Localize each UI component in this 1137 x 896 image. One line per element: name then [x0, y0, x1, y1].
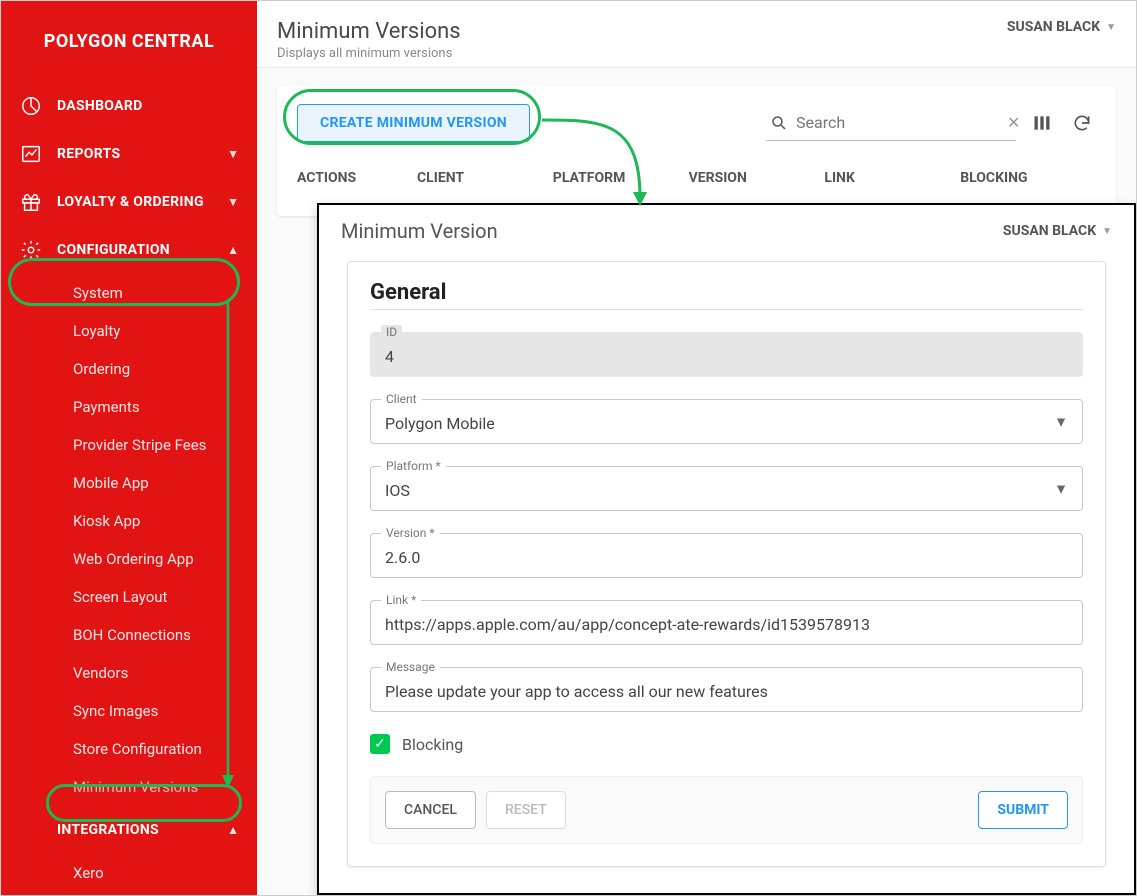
- create-minimum-version-button[interactable]: CREATE MINIMUM VERSION: [297, 104, 530, 142]
- clear-search-icon[interactable]: ✕: [1007, 113, 1020, 132]
- caret-down-icon: ▼: [1054, 480, 1068, 497]
- table-header-row: ACTIONS CLIENT PLATFORM VERSION LINK BLO…: [297, 166, 1096, 186]
- blocking-checkbox[interactable]: ✓: [370, 734, 390, 754]
- brand: POLYGON CENTRAL: [1, 9, 257, 82]
- blocking-row[interactable]: ✓ Blocking: [370, 734, 1083, 754]
- caret-down-icon: ▼: [1054, 413, 1068, 430]
- sidebar-item-loyalty-ordering[interactable]: LOYALTY & ORDERING ▼: [1, 178, 257, 226]
- reset-button[interactable]: RESET: [486, 791, 566, 829]
- sidebar-item-label: INTEGRATIONS: [57, 822, 213, 838]
- sidebar-item-configuration[interactable]: CONFIGURATION ▲: [1, 226, 257, 274]
- col-client: CLIENT: [417, 170, 553, 186]
- list-card: CREATE MINIMUM VERSION ✕ ACTIONS: [277, 86, 1116, 216]
- user-name: SUSAN BLACK: [1003, 223, 1096, 239]
- sidebar-item-mobile-app[interactable]: Mobile App: [7, 464, 257, 502]
- pie-chart-icon: [19, 94, 43, 118]
- search-field[interactable]: ✕: [766, 105, 1016, 141]
- caret-up-icon: ▲: [227, 823, 239, 837]
- integrations-submenu: Xero: [7, 854, 257, 892]
- user-menu[interactable]: SUSAN BLACK ▼: [1007, 19, 1116, 35]
- general-heading: General: [370, 280, 1083, 310]
- sidebar-item-boh-connections[interactable]: BOH Connections: [7, 616, 257, 654]
- sidebar-item-loyalty[interactable]: Loyalty: [7, 312, 257, 350]
- sidebar-item-integrations[interactable]: INTEGRATIONS ▲: [1, 806, 257, 854]
- configuration-submenu: System Loyalty Ordering Payments Provide…: [7, 274, 257, 806]
- sidebar-item-label: CONFIGURATION: [57, 242, 213, 258]
- caret-down-icon: ▼: [1106, 22, 1116, 33]
- col-platform: PLATFORM: [553, 170, 689, 186]
- minimum-version-modal: Minimum Version SUSAN BLACK ▼ General ID…: [317, 203, 1136, 895]
- id-value: 4: [385, 347, 1068, 366]
- id-label: ID: [381, 325, 402, 339]
- page-title: Minimum Versions: [277, 19, 461, 44]
- platform-value: IOS: [385, 481, 1068, 500]
- col-actions: ACTIONS: [297, 170, 417, 186]
- link-field[interactable]: Link *: [370, 600, 1083, 645]
- page-subtitle: Displays all minimum versions: [277, 46, 461, 61]
- columns-toggle-button[interactable]: [1028, 109, 1056, 137]
- sidebar-item-dashboard[interactable]: DASHBOARD: [1, 82, 257, 130]
- col-version: VERSION: [689, 170, 825, 186]
- message-input[interactable]: [385, 682, 1068, 701]
- modal-actions: CANCEL RESET SUBMIT: [370, 776, 1083, 844]
- refresh-button[interactable]: [1068, 109, 1096, 137]
- sidebar: POLYGON CENTRAL DASHBOARD REPORTS ▼ LOYA…: [1, 1, 257, 895]
- id-field: ID 4: [370, 332, 1083, 377]
- caret-down-icon: ▼: [227, 147, 239, 161]
- main-area: Minimum Versions Displays all minimum ve…: [257, 1, 1136, 895]
- sidebar-item-minimum-versions[interactable]: Minimum Versions: [7, 768, 257, 806]
- gear-icon: [19, 238, 43, 262]
- col-blocking: BLOCKING: [960, 170, 1096, 186]
- submit-button[interactable]: SUBMIT: [978, 791, 1068, 829]
- sidebar-item-label: DASHBOARD: [57, 98, 239, 114]
- version-input[interactable]: [385, 548, 1068, 567]
- caret-down-icon: ▼: [227, 195, 239, 209]
- client-value: Polygon Mobile: [385, 414, 1068, 433]
- blank-icon: [19, 818, 43, 842]
- link-label: Link *: [381, 593, 421, 607]
- modal-title: Minimum Version: [341, 219, 498, 243]
- sidebar-item-system[interactable]: System: [7, 274, 257, 312]
- gift-icon: [19, 190, 43, 214]
- search-icon: [770, 114, 788, 132]
- sidebar-item-provider-stripe-fees[interactable]: Provider Stripe Fees: [7, 426, 257, 464]
- platform-select[interactable]: Platform * IOS ▼: [370, 466, 1083, 511]
- col-link: LINK: [824, 170, 960, 186]
- client-select[interactable]: Client Polygon Mobile ▼: [370, 399, 1083, 444]
- link-input[interactable]: [385, 615, 1068, 634]
- sidebar-item-label: REPORTS: [57, 146, 213, 162]
- sidebar-item-label: LOYALTY & ORDERING: [57, 194, 213, 210]
- user-menu-modal[interactable]: SUSAN BLACK ▼: [1003, 223, 1112, 239]
- sidebar-item-payments[interactable]: Payments: [7, 388, 257, 426]
- page-header: Minimum Versions Displays all minimum ve…: [257, 1, 1136, 68]
- caret-up-icon: ▲: [227, 243, 239, 257]
- line-chart-icon: [19, 142, 43, 166]
- user-name: SUSAN BLACK: [1007, 19, 1100, 35]
- sidebar-item-reports[interactable]: REPORTS ▼: [1, 130, 257, 178]
- sidebar-item-xero[interactable]: Xero: [7, 854, 257, 892]
- sidebar-item-kiosk-app[interactable]: Kiosk App: [7, 502, 257, 540]
- version-field[interactable]: Version *: [370, 533, 1083, 578]
- search-input[interactable]: [796, 107, 999, 138]
- sidebar-item-sync-images[interactable]: Sync Images: [7, 692, 257, 730]
- sidebar-item-web-ordering-app[interactable]: Web Ordering App: [7, 540, 257, 578]
- sidebar-item-screen-layout[interactable]: Screen Layout: [7, 578, 257, 616]
- version-label: Version *: [381, 526, 440, 540]
- sidebar-item-vendors[interactable]: Vendors: [7, 654, 257, 692]
- sidebar-item-ordering[interactable]: Ordering: [7, 350, 257, 388]
- sidebar-item-store-configuration[interactable]: Store Configuration: [7, 730, 257, 768]
- general-section: General ID 4 Client Polygon Mobile ▼ Pla…: [347, 261, 1106, 867]
- message-label: Message: [381, 660, 440, 674]
- client-label: Client: [381, 392, 422, 406]
- blocking-label: Blocking: [402, 735, 463, 754]
- message-field[interactable]: Message: [370, 667, 1083, 712]
- caret-down-icon: ▼: [1102, 226, 1112, 237]
- platform-label: Platform *: [381, 459, 446, 473]
- cancel-button[interactable]: CANCEL: [385, 791, 476, 829]
